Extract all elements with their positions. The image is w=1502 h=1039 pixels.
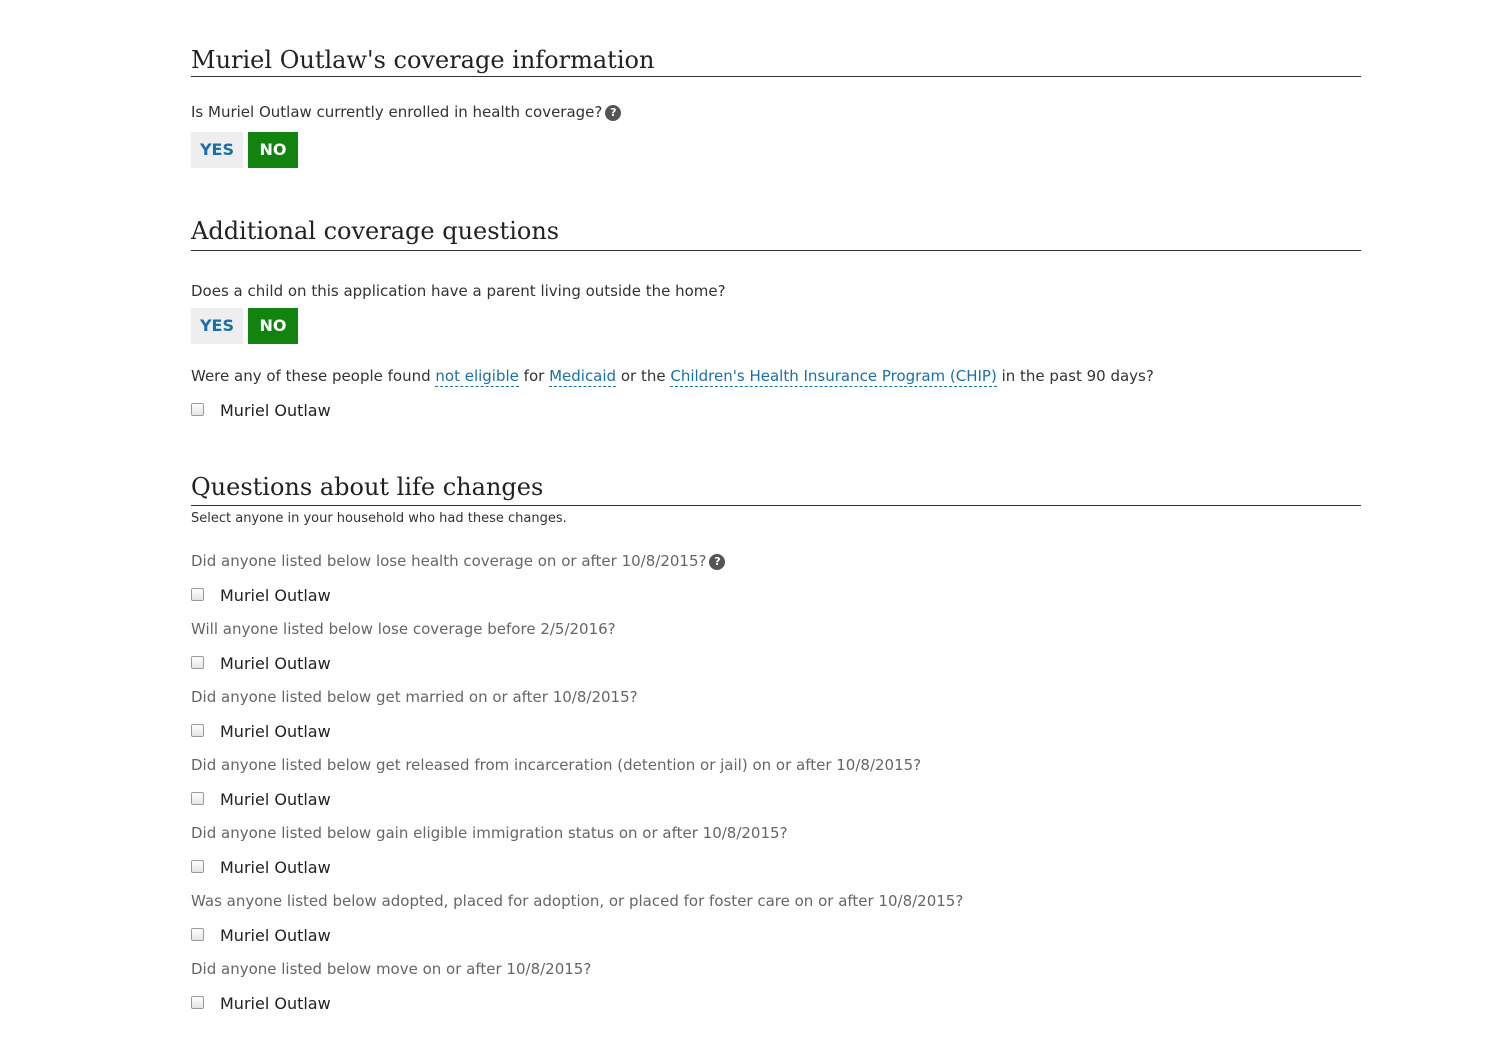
life-change-question: Did anyone listed below get married on o…	[191, 687, 638, 707]
coverage-no-button[interactable]: NO	[248, 132, 298, 168]
life-change-person-checkbox[interactable]	[191, 927, 204, 941]
coverage-question: Is Muriel Outlaw currently enrolled in h…	[191, 102, 622, 122]
life-change-person-row[interactable]: Muriel Outlaw	[191, 925, 331, 945]
application-form: Muriel Outlaw's coverage information Is …	[0, 0, 1502, 1039]
life-change-question-text: Was anyone listed below adopted, placed …	[191, 892, 964, 910]
life-change-question-text: Did anyone listed below get married on o…	[191, 688, 638, 706]
life-changes-section: Questions about life changes	[191, 472, 1361, 506]
additional-section: Additional coverage questions	[191, 216, 1361, 251]
life-change-question-text: Did anyone listed below gain eligible im…	[191, 824, 788, 842]
eligibility-person-checkbox[interactable]	[191, 402, 204, 416]
life-change-person-row[interactable]: Muriel Outlaw	[191, 585, 331, 605]
life-change-question: Was anyone listed below adopted, placed …	[191, 891, 963, 911]
life-change-person-label[interactable]: Muriel Outlaw	[220, 722, 331, 741]
life-change-person-checkbox[interactable]	[191, 791, 204, 805]
life-change-question: Will anyone listed below lose coverage b…	[191, 619, 616, 639]
life-change-question: Did anyone listed below gain eligible im…	[191, 823, 788, 843]
life-change-question-text: Will anyone listed below lose coverage b…	[191, 620, 616, 638]
life-change-person-label[interactable]: Muriel Outlaw	[220, 858, 331, 877]
chip-term-link[interactable]: Children's Health Insurance Program (CHI…	[670, 367, 997, 387]
not-eligible-term-link[interactable]: not eligible	[435, 367, 519, 387]
life-change-person-checkbox[interactable]	[191, 723, 204, 737]
life-change-question: Did anyone listed below lose health cove…	[191, 551, 726, 571]
question-circle-icon[interactable]: ?	[709, 554, 726, 570]
life-change-question: Did anyone listed below get released fro…	[191, 755, 921, 775]
eligibility-question-part4: in the past 90 days?	[996, 367, 1154, 385]
eligibility-question: Were any of these people found not eligi…	[191, 366, 1154, 387]
parent-outside-question: Does a child on this application have a …	[191, 282, 726, 300]
question-circle-icon[interactable]: ?	[605, 105, 622, 121]
eligibility-person-label[interactable]: Muriel Outlaw	[220, 401, 331, 420]
coverage-question-text: Is Muriel Outlaw currently enrolled in h…	[191, 103, 603, 121]
coverage-yes-no-toggle: YES NO	[191, 132, 298, 168]
coverage-section-title: Muriel Outlaw's coverage information	[191, 45, 1361, 77]
life-change-person-label[interactable]: Muriel Outlaw	[220, 586, 331, 605]
medicaid-term-link[interactable]: Medicaid	[549, 367, 617, 387]
parent-outside-yes-no-toggle: YES NO	[191, 308, 298, 344]
life-changes-subtitle: Select anyone in your household who had …	[191, 511, 567, 526]
eligibility-person-row[interactable]: Muriel Outlaw	[191, 400, 331, 420]
life-change-question-text: Did anyone listed below lose health cove…	[191, 552, 707, 570]
life-change-person-checkbox[interactable]	[191, 995, 204, 1009]
life-change-person-label[interactable]: Muriel Outlaw	[220, 926, 331, 945]
life-change-person-row[interactable]: Muriel Outlaw	[191, 857, 331, 877]
life-change-person-checkbox[interactable]	[191, 859, 204, 873]
life-change-person-checkbox[interactable]	[191, 587, 204, 601]
life-change-person-row[interactable]: Muriel Outlaw	[191, 721, 331, 741]
life-change-person-row[interactable]: Muriel Outlaw	[191, 653, 331, 673]
life-change-person-checkbox[interactable]	[191, 655, 204, 669]
life-change-person-label[interactable]: Muriel Outlaw	[220, 790, 331, 809]
coverage-section: Muriel Outlaw's coverage information	[191, 45, 1361, 77]
eligibility-question-part2: for	[518, 367, 550, 385]
life-change-person-label[interactable]: Muriel Outlaw	[220, 994, 331, 1013]
coverage-yes-button[interactable]: YES	[191, 132, 243, 168]
life-changes-section-title: Questions about life changes	[191, 472, 1361, 506]
additional-section-title: Additional coverage questions	[191, 216, 1361, 251]
life-change-question: Did anyone listed below move on or after…	[191, 959, 591, 979]
life-change-person-row[interactable]: Muriel Outlaw	[191, 789, 331, 809]
eligibility-question-part1: Were any of these people found	[191, 367, 436, 385]
eligibility-question-part3: or the	[616, 367, 671, 385]
life-change-question-text: Did anyone listed below move on or after…	[191, 960, 592, 978]
life-change-person-row[interactable]: Muriel Outlaw	[191, 993, 331, 1013]
life-change-question-text: Did anyone listed below get released fro…	[191, 756, 922, 774]
parent-outside-no-button[interactable]: NO	[248, 308, 298, 344]
life-change-person-label[interactable]: Muriel Outlaw	[220, 654, 331, 673]
parent-outside-yes-button[interactable]: YES	[191, 308, 243, 344]
